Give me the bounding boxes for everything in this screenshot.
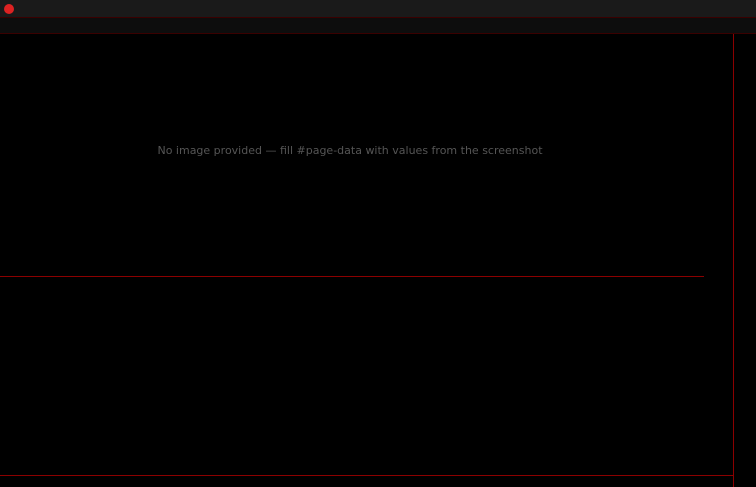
x-axis xyxy=(0,475,734,487)
trading-app-window: No image provided — fill #page-data with… xyxy=(0,0,756,487)
empty-chart-note: No image provided — fill #page-data with… xyxy=(157,144,543,157)
quote-row-1 xyxy=(734,34,756,47)
quote-row-4 xyxy=(734,73,756,86)
quote-row-3 xyxy=(734,60,756,73)
chart-area[interactable]: No image provided — fill #page-data with… xyxy=(0,34,734,487)
indicator-chart[interactable] xyxy=(0,289,734,475)
app-logo xyxy=(0,3,26,14)
quote-row-6 xyxy=(734,99,756,112)
quote-panel xyxy=(734,34,756,487)
app-logo-icon xyxy=(4,3,14,14)
price-pane-header xyxy=(0,34,704,47)
quote-row-5 xyxy=(734,86,756,99)
period-toolbar xyxy=(0,18,756,34)
menu-bar xyxy=(0,0,756,18)
price-chart[interactable] xyxy=(0,47,734,276)
indicator-pane-header xyxy=(0,276,704,290)
quote-row-2 xyxy=(734,47,756,60)
